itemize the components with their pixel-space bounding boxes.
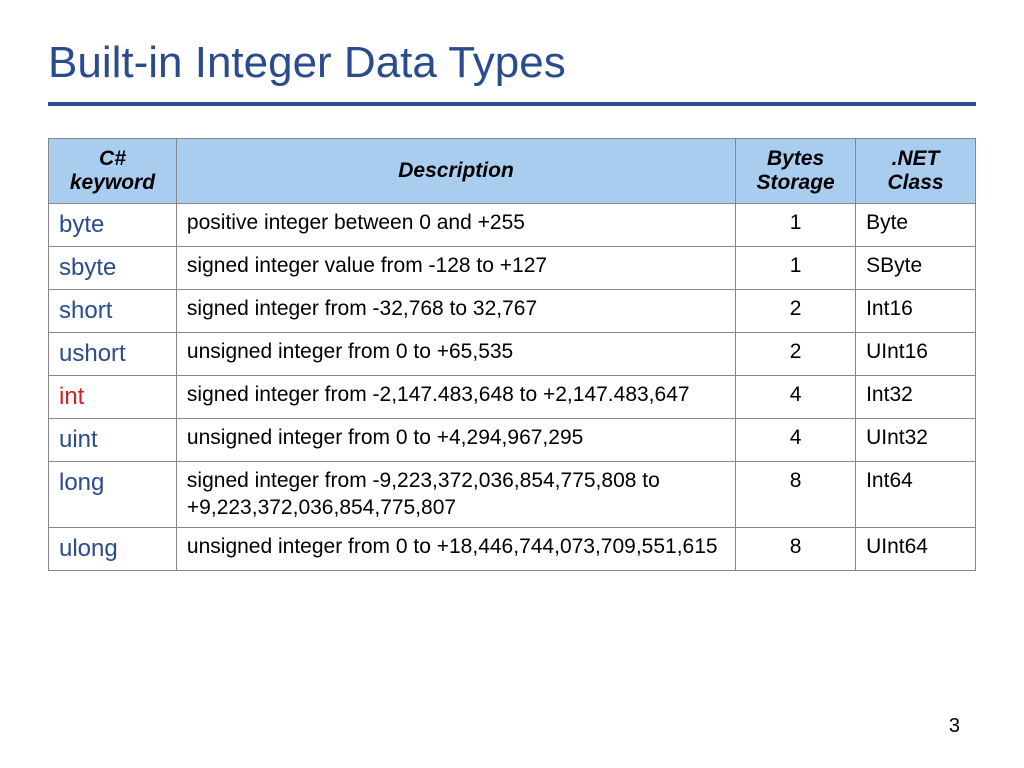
table-header-row: C# keyword Description Bytes Storage .NE…: [49, 139, 976, 204]
cell-bytes: 1: [736, 247, 856, 290]
cell-netclass: Int16: [856, 290, 976, 333]
slide: Built-in Integer Data Types C# keyword D…: [0, 0, 1024, 571]
cell-description: signed integer from -9,223,372,036,854,7…: [176, 462, 735, 528]
cell-netclass: UInt64: [856, 527, 976, 570]
cell-netclass: UInt32: [856, 419, 976, 462]
cell-bytes: 4: [736, 419, 856, 462]
cell-keyword: sbyte: [49, 247, 177, 290]
cell-keyword: ulong: [49, 527, 177, 570]
table-row: ulongunsigned integer from 0 to +18,446,…: [49, 527, 976, 570]
page-title: Built-in Integer Data Types: [48, 38, 976, 88]
table-row: intsigned integer from -2,147.483,648 to…: [49, 376, 976, 419]
cell-keyword: int: [49, 376, 177, 419]
cell-netclass: UInt16: [856, 333, 976, 376]
cell-bytes: 1: [736, 204, 856, 247]
cell-keyword: byte: [49, 204, 177, 247]
cell-description: signed integer from -32,768 to 32,767: [176, 290, 735, 333]
cell-netclass: SByte: [856, 247, 976, 290]
cell-description: unsigned integer from 0 to +4,294,967,29…: [176, 419, 735, 462]
cell-description: unsigned integer from 0 to +18,446,744,0…: [176, 527, 735, 570]
cell-bytes: 8: [736, 462, 856, 528]
header-netclass: .NET Class: [856, 139, 976, 204]
table-row: sbytesigned integer value from -128 to +…: [49, 247, 976, 290]
table-row: uintunsigned integer from 0 to +4,294,96…: [49, 419, 976, 462]
header-bytes: Bytes Storage: [736, 139, 856, 204]
cell-bytes: 2: [736, 290, 856, 333]
cell-netclass: Byte: [856, 204, 976, 247]
table-row: shortsigned integer from -32,768 to 32,7…: [49, 290, 976, 333]
header-keyword: C# keyword: [49, 139, 177, 204]
cell-bytes: 8: [736, 527, 856, 570]
table-row: ushortunsigned integer from 0 to +65,535…: [49, 333, 976, 376]
cell-description: signed integer from -2,147.483,648 to +2…: [176, 376, 735, 419]
cell-netclass: Int32: [856, 376, 976, 419]
cell-keyword: short: [49, 290, 177, 333]
header-description: Description: [176, 139, 735, 204]
table-row: longsigned integer from -9,223,372,036,8…: [49, 462, 976, 528]
cell-description: positive integer between 0 and +255: [176, 204, 735, 247]
cell-keyword: long: [49, 462, 177, 528]
cell-bytes: 4: [736, 376, 856, 419]
cell-netclass: Int64: [856, 462, 976, 528]
page-number: 3: [949, 715, 960, 738]
table-row: bytepositive integer between 0 and +2551…: [49, 204, 976, 247]
cell-description: signed integer value from -128 to +127: [176, 247, 735, 290]
cell-bytes: 2: [736, 333, 856, 376]
cell-keyword: ushort: [49, 333, 177, 376]
cell-description: unsigned integer from 0 to +65,535: [176, 333, 735, 376]
cell-keyword: uint: [49, 419, 177, 462]
data-types-table: C# keyword Description Bytes Storage .NE…: [48, 138, 976, 571]
title-divider: [48, 102, 976, 106]
